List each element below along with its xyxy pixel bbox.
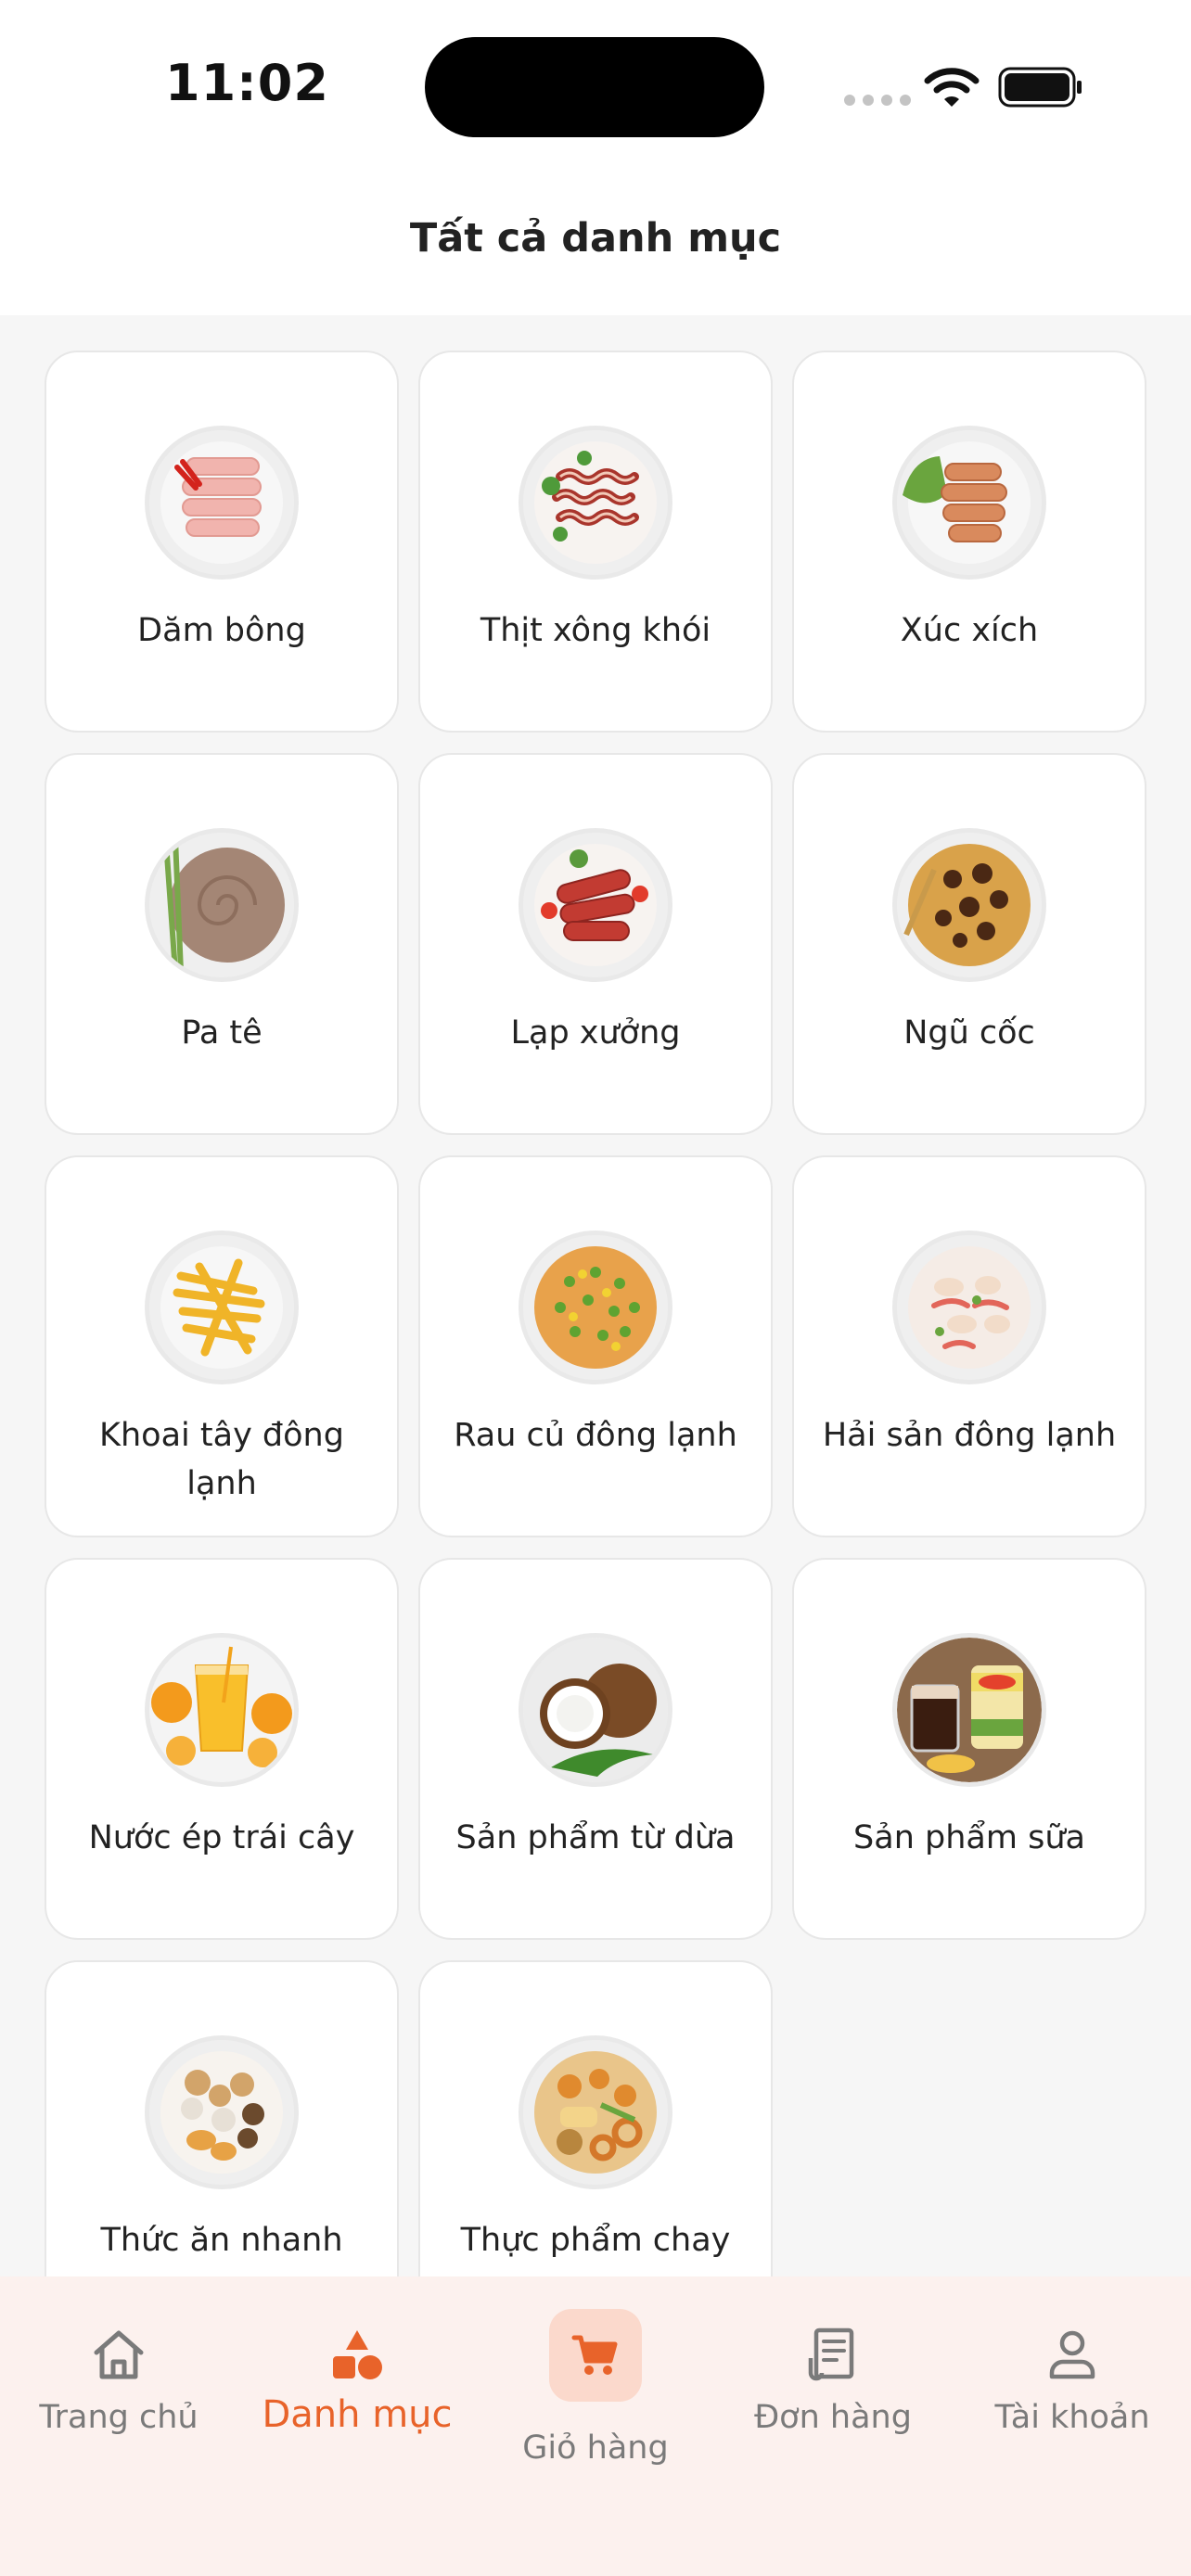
category-label: Sản phẩm sữa: [853, 1819, 1085, 1856]
category-card-san-pham-tu-dua[interactable]: Sản phẩm từ dừa: [418, 1558, 773, 1940]
category-label: Nước ép trái cây: [88, 1819, 355, 1856]
category-label: Hải sản đông lạnh: [822, 1417, 1117, 1454]
ham-slices-image: [149, 430, 294, 575]
coconut-image: [523, 1638, 668, 1782]
tab-orders-label: Đơn hàng: [754, 2399, 912, 2436]
category-label: Rau củ đông lạnh: [454, 1417, 737, 1454]
category-grid: Dăm bông Thịt xông khói Xúc xích Pa tê L…: [45, 351, 1146, 2276]
category-card-khoai-tay-dong-lanh[interactable]: Khoai tây đông lạnh: [45, 1155, 399, 1537]
category-card-thuc-pham-chay[interactable]: Thực phẩm chay: [418, 1960, 773, 2276]
category-card-lap-xuong[interactable]: Lạp xưởng: [418, 753, 773, 1135]
bottom-tab-bar: Trang chủ Danh mục Giỏ hàng Đơn hàng Tài…: [0, 2276, 1191, 2576]
fast-food-image: [149, 2040, 294, 2185]
tab-category-label: Danh mục: [262, 2393, 453, 2436]
category-label: Lạp xưởng: [510, 1014, 681, 1052]
category-card-rau-cu-dong-lanh[interactable]: Rau củ đông lạnh: [418, 1155, 773, 1537]
cereal-image: [897, 833, 1042, 977]
category-label: Thực phẩm chay: [460, 2222, 731, 2259]
home-icon: [94, 2330, 144, 2379]
category-card-thit-xong-khoi[interactable]: Thịt xông khói: [418, 351, 773, 733]
category-label: Xúc xích: [900, 612, 1039, 649]
category-grid-scroll[interactable]: Dăm bông Thịt xông khói Xúc xích Pa tê L…: [0, 315, 1191, 2276]
category-card-hai-san-dong-lanh[interactable]: Hải sản đông lạnh: [792, 1155, 1146, 1537]
vegetarian-food-image: [523, 2040, 668, 2185]
mixed-vegetables-image: [523, 1235, 668, 1380]
status-time: 11:02: [165, 54, 329, 112]
tab-account-label: Tài khoản: [994, 2399, 1150, 2436]
header: Tất cả danh mục: [0, 176, 1191, 315]
french-fries-image: [149, 1235, 294, 1380]
category-label: Dăm bông: [137, 612, 306, 649]
sausage-image: [897, 430, 1042, 575]
receipt-icon: [808, 2327, 854, 2381]
pate-image: [149, 833, 294, 977]
category-card-dam-bong[interactable]: Dăm bông: [45, 351, 399, 733]
category-card-pa-te[interactable]: Pa tê: [45, 753, 399, 1135]
category-card-san-pham-sua[interactable]: Sản phẩm sữa: [792, 1558, 1146, 1940]
tab-account[interactable]: Tài khoản: [980, 2276, 1165, 2490]
category-label: Thịt xông khói: [480, 612, 711, 649]
wifi-icon: [924, 68, 980, 107]
tab-home-label: Trang chủ: [39, 2399, 198, 2436]
category-card-nuoc-ep-trai-cay[interactable]: Nước ép trái cây: [45, 1558, 399, 1940]
chinese-sausage-image: [523, 833, 668, 977]
page-title: Tất cả danh mục: [409, 215, 782, 261]
cellular-signal-icon: [844, 95, 911, 106]
dynamic-island: [425, 37, 764, 137]
category-card-thuc-an-nhanh[interactable]: Thức ăn nhanh: [45, 1960, 399, 2276]
category-card-xuc-xich[interactable]: Xúc xích: [792, 351, 1146, 733]
orange-juice-image: [149, 1638, 294, 1782]
status-bar: 11:02: [0, 0, 1191, 176]
seafood-image: [897, 1235, 1042, 1380]
tab-cart-label: Giỏ hàng: [522, 2429, 669, 2467]
category-card-ngu-coc[interactable]: Ngũ cốc: [792, 753, 1146, 1135]
tab-home[interactable]: Trang chủ: [26, 2276, 211, 2490]
cart-icon: [571, 2335, 618, 2375]
tab-cart[interactable]: Giỏ hàng: [503, 2276, 688, 2490]
user-icon: [1049, 2330, 1095, 2379]
tab-orders[interactable]: Đơn hàng: [740, 2276, 926, 2490]
tab-category[interactable]: Danh mục: [250, 2276, 464, 2490]
category-label: Sản phẩm từ dừa: [455, 1819, 736, 1856]
cart-icon-badge: [549, 2309, 642, 2402]
bacon-image: [523, 430, 668, 575]
category-label: Khoai tây đông lạnh: [99, 1417, 344, 1502]
milk-product-image: [897, 1638, 1042, 1782]
shapes-icon: [333, 2330, 382, 2379]
category-label: Pa tê: [181, 1014, 263, 1052]
category-label: Ngũ cốc: [903, 1014, 1035, 1052]
category-label: Thức ăn nhanh: [100, 2222, 343, 2259]
battery-icon: [998, 67, 1082, 108]
